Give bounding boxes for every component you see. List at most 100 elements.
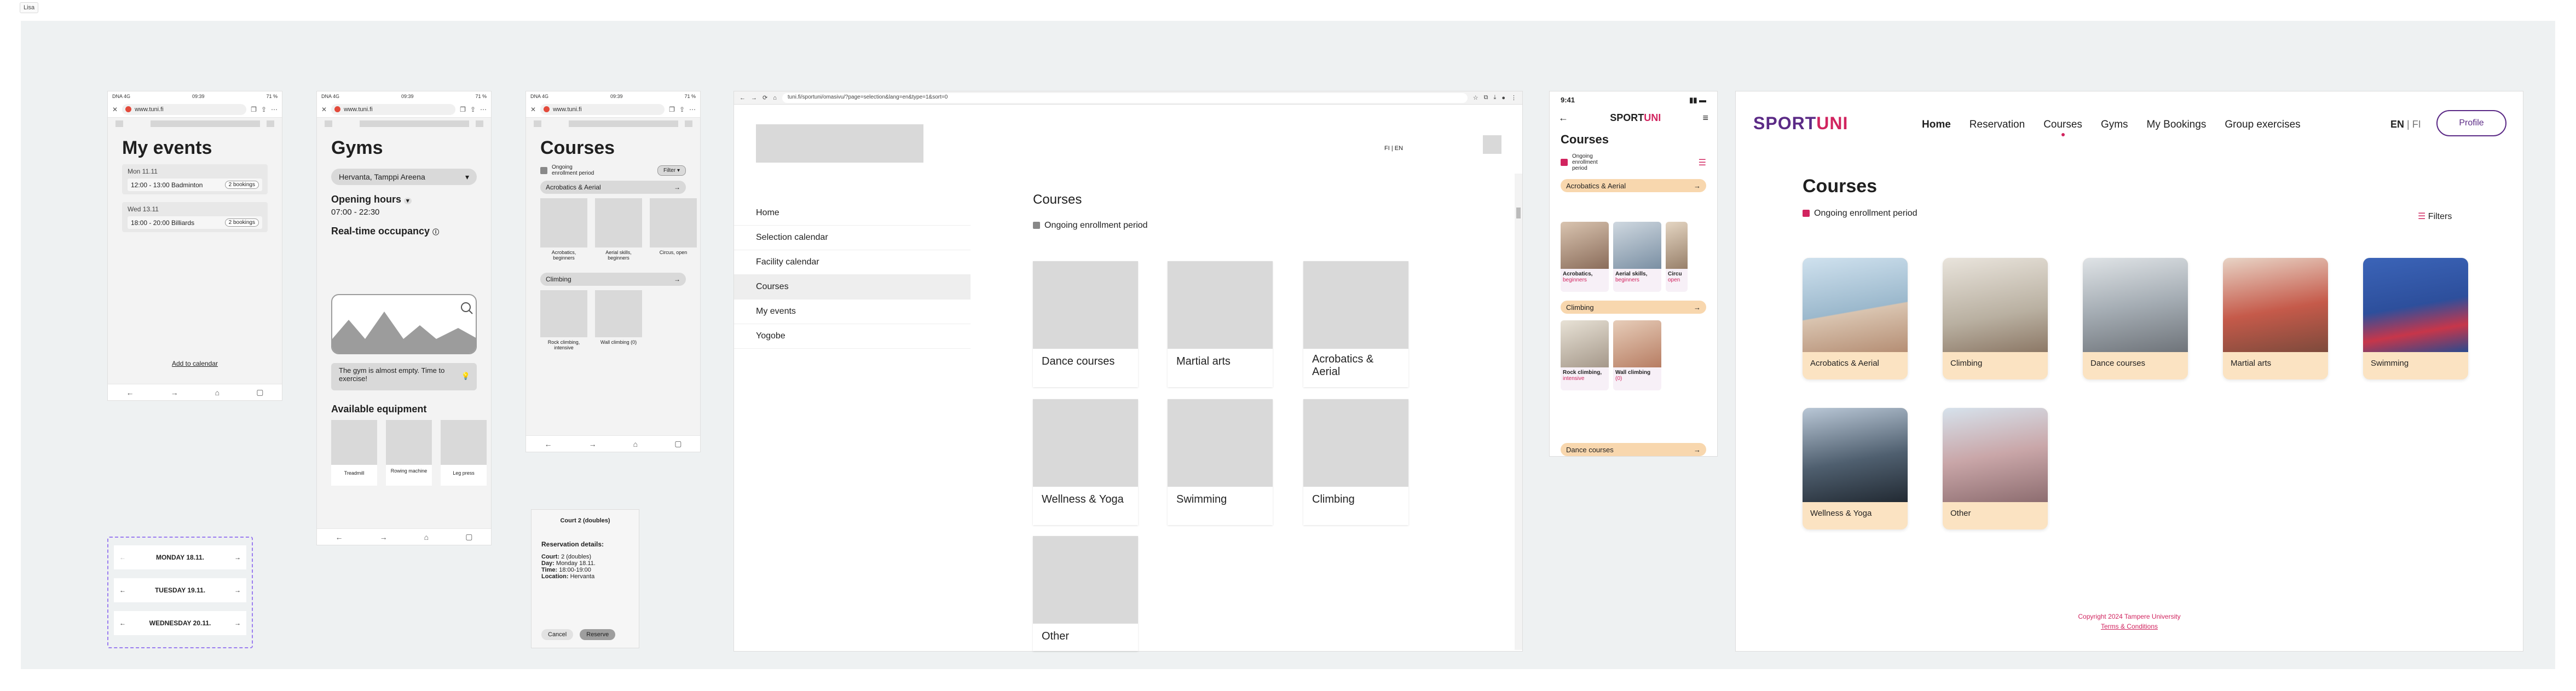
course-tile[interactable]: Aerial skills, beginners — [595, 198, 642, 268]
cancel-button[interactable]: Cancel — [541, 629, 574, 640]
back-arrow-icon[interactable]: ← — [1558, 112, 1568, 124]
logo[interactable]: SPORTUNI — [1610, 112, 1661, 124]
equipment-tile[interactable]: Leg press — [441, 420, 487, 486]
sidebar-item-selection-calendar[interactable]: Selection calendar — [734, 226, 971, 250]
tabs-icon[interactable]: ▢ — [465, 532, 472, 542]
course-tile[interactable]: Wall climbing (0) — [1613, 320, 1661, 390]
course-card[interactable]: Swimming — [1168, 399, 1273, 525]
nav-home[interactable]: Home — [1922, 119, 1951, 131]
course-card[interactable]: Climbing — [1303, 399, 1408, 525]
close-icon[interactable]: ✕ — [112, 106, 118, 113]
enrollment-checkbox[interactable]: Ongoing enrollment period — [1033, 221, 1148, 231]
sidebar-item-yogobe[interactable]: Yogobe — [734, 324, 971, 349]
home-icon[interactable]: ⌂ — [773, 95, 777, 101]
scrollbar[interactable] — [1515, 174, 1522, 650]
filter-button[interactable]: Filter ▾ — [657, 165, 686, 176]
course-card[interactable]: Other — [1033, 536, 1138, 651]
event-card[interactable]: Wed 13.11 18:00 - 20:00 Billiards 2 booki… — [122, 202, 268, 232]
course-card[interactable]: Dance courses — [1033, 261, 1138, 387]
add-to-calendar-link[interactable]: Add to calendar — [108, 360, 282, 367]
tabs-icon[interactable]: ▢ — [674, 439, 681, 448]
lang-en[interactable]: EN — [2390, 119, 2404, 130]
course-card[interactable]: Acrobatics & Aerial — [1303, 261, 1408, 387]
menu-icon[interactable]: ⋮ — [1511, 94, 1517, 101]
filters-button[interactable]: ☰ Filters — [2418, 211, 2452, 222]
course-tile[interactable]: Rock climbing, intensive — [1561, 320, 1609, 390]
equipment-tile[interactable]: Treadmill — [331, 420, 377, 486]
course-tile[interactable]: Circu open — [1666, 222, 1688, 292]
more-icon[interactable]: ⋯ — [480, 106, 487, 113]
tabs-icon[interactable]: ▢ — [256, 388, 263, 397]
course-card[interactable]: Dance courses — [2083, 258, 2188, 379]
bookmark-icon[interactable]: ❐ — [460, 106, 466, 113]
nav-my-bookings[interactable]: My Bookings — [2147, 119, 2207, 131]
course-card[interactable]: Martial arts — [2223, 258, 2328, 379]
language-switch[interactable]: FI | EN — [1384, 145, 1403, 152]
logo[interactable]: SPORTUNI — [1753, 113, 1848, 134]
terms-link[interactable]: Terms & Conditions — [1736, 623, 2523, 630]
course-card[interactable]: Wellness & Yoga — [1803, 408, 1908, 529]
event-card[interactable]: Mon 11.11 12:00 - 13:00 Badminton 2 booki… — [122, 164, 268, 194]
course-card[interactable]: Climbing — [1943, 258, 2048, 379]
reserve-button[interactable]: Reserve — [580, 629, 616, 640]
more-icon[interactable]: ⋯ — [271, 106, 278, 113]
course-card[interactable]: Acrobatics & Aerial — [1803, 258, 1908, 379]
category-climbing[interactable]: Climbing → — [1561, 301, 1706, 314]
category-acrobatics[interactable]: Acrobatics & Aerial → — [1561, 179, 1706, 192]
address-field[interactable]: www.tuni.fi — [540, 103, 665, 115]
category-dance[interactable]: Dance courses → — [1561, 443, 1706, 456]
forward-icon[interactable]: → — [380, 533, 388, 542]
day-selector[interactable]: ← WEDNESDAY 20.11. → — [114, 611, 246, 635]
day-selector[interactable]: ← TUESDAY 19.11. → — [114, 578, 246, 602]
back-icon[interactable]: ← — [336, 533, 343, 542]
forward-icon[interactable]: → — [171, 388, 178, 397]
close-icon[interactable]: ✕ — [321, 106, 327, 113]
course-tile[interactable]: Wall climbing (0) — [595, 290, 642, 356]
back-icon[interactable]: ← — [126, 388, 134, 397]
reload-icon[interactable]: ⟳ — [763, 94, 767, 101]
enrollment-checkbox[interactable]: Ongoing enrollment period — [1803, 209, 1917, 218]
forward-icon[interactable]: → — [751, 95, 757, 101]
day-selector[interactable]: ← MONDAY 18.11. → — [114, 545, 246, 569]
nav-group-exercises[interactable]: Group exercises — [2225, 119, 2300, 131]
extensions-icon[interactable]: ⧉ — [1484, 94, 1488, 101]
filter-icon[interactable]: ☰ — [1699, 157, 1706, 168]
address-field[interactable]: www.tuni.fi — [122, 103, 247, 115]
arrow-right-icon[interactable]: → — [234, 619, 241, 627]
sidebar-item-home[interactable]: Home — [734, 201, 971, 226]
more-icon[interactable]: ⋯ — [689, 106, 696, 113]
arrow-right-icon[interactable]: → — [234, 586, 241, 594]
lang-fi[interactable]: FI — [2412, 119, 2421, 130]
course-card[interactable]: Wellness & Yoga — [1033, 399, 1138, 525]
close-icon[interactable]: ✕ — [530, 106, 536, 113]
info-icon[interactable]: ⓘ — [432, 228, 439, 236]
star-icon[interactable]: ☆ — [1473, 94, 1478, 101]
sidebar-item-facility-calendar[interactable]: Facility calendar — [734, 250, 971, 275]
forward-icon[interactable]: → — [589, 440, 597, 448]
bookmark-icon[interactable]: ❐ — [251, 106, 257, 113]
share-icon[interactable]: ⇪ — [470, 106, 476, 113]
course-tile[interactable]: Acrobatics, beginners — [1561, 222, 1609, 292]
home-icon[interactable]: ⌂ — [215, 388, 220, 397]
sidebar-item-my-events[interactable]: My events — [734, 300, 971, 324]
nav-courses[interactable]: Courses — [2043, 119, 2082, 136]
course-tile[interactable]: Acrobatics, beginners — [540, 198, 587, 268]
expand-icon[interactable]: ▾ — [404, 198, 412, 204]
profile-button[interactable]: Profile — [2436, 110, 2506, 136]
menu-placeholder[interactable] — [1483, 135, 1501, 154]
course-tile[interactable]: Rock climbing, intensive — [540, 290, 587, 356]
share-icon[interactable]: ⇪ — [679, 106, 685, 113]
profile-icon[interactable]: ● — [1501, 95, 1505, 101]
category-acrobatics[interactable]: Acrobatics & Aerial → — [540, 181, 686, 194]
share-icon[interactable]: ⇪ — [261, 106, 267, 113]
course-card[interactable]: Martial arts — [1168, 261, 1273, 387]
home-icon[interactable]: ⌂ — [424, 533, 429, 542]
nav-reservation[interactable]: Reservation — [1969, 119, 2025, 131]
address-bar[interactable]: tuni.fi/sportuni/omasivu/?page=selection… — [782, 93, 1468, 103]
course-tile[interactable]: Aerial skills, beginners — [1613, 222, 1661, 292]
category-climbing[interactable]: Climbing → — [540, 273, 686, 286]
enrollment-checkbox[interactable]: Ongoing enrollment period — [1561, 153, 1610, 171]
hamburger-icon[interactable]: ≡ — [1702, 112, 1708, 124]
equipment-tile[interactable]: Rowing machine — [386, 420, 432, 486]
address-field[interactable]: www.tuni.fi — [331, 103, 456, 115]
